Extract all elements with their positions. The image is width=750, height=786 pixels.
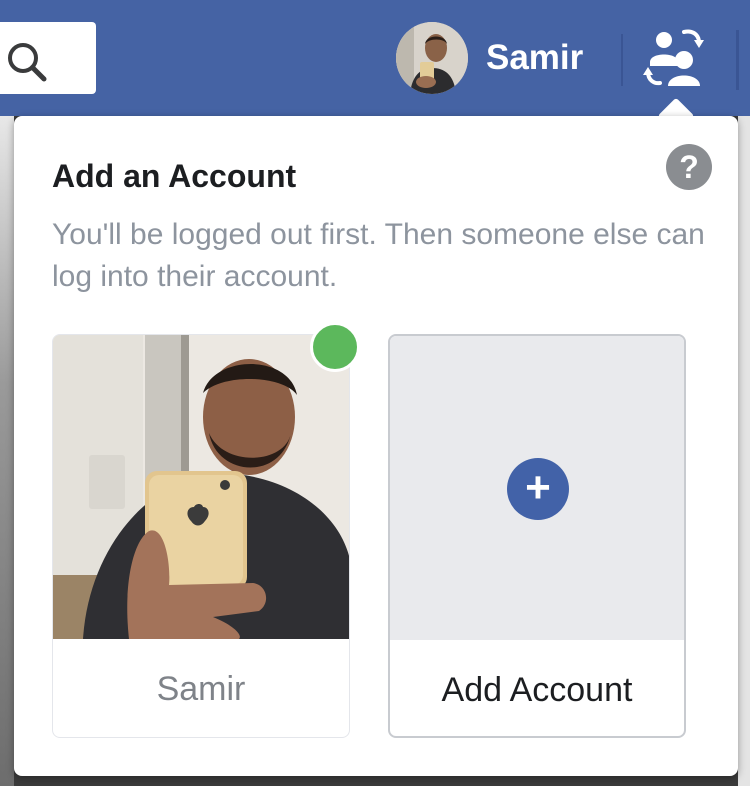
add-account-popup: Add an Account ? You'll be logged out fi… — [14, 116, 738, 776]
background-strip-left — [0, 116, 14, 786]
online-status-dot — [310, 322, 360, 372]
avatar — [396, 22, 468, 94]
add-account-area: + — [390, 336, 684, 640]
top-navigation-bar: Samir — [0, 0, 750, 116]
profile-name: Samir — [486, 38, 584, 77]
account-card-samir[interactable]: Samir — [52, 334, 350, 738]
help-icon[interactable]: ? — [666, 144, 712, 190]
add-account-label: Add Account — [441, 670, 633, 709]
profile-photo — [53, 335, 349, 639]
avatar-photo — [396, 22, 468, 94]
popup-description: You'll be logged out first. Then someone… — [52, 218, 705, 293]
switch-account-button[interactable] — [640, 20, 714, 94]
nav-divider — [621, 34, 623, 86]
plus-icon: + — [507, 458, 569, 520]
account-photo — [53, 335, 349, 639]
background-strip-right — [738, 116, 750, 786]
account-name: Samir — [156, 669, 246, 708]
switch-account-icon — [643, 29, 704, 86]
nav-divider-right — [736, 30, 739, 90]
popup-title: Add an Account — [52, 158, 297, 194]
search-box[interactable] — [0, 22, 96, 94]
add-account-card[interactable]: + Add Account — [388, 334, 686, 738]
search-icon — [8, 43, 47, 82]
profile-link[interactable]: Samir — [396, 22, 583, 94]
